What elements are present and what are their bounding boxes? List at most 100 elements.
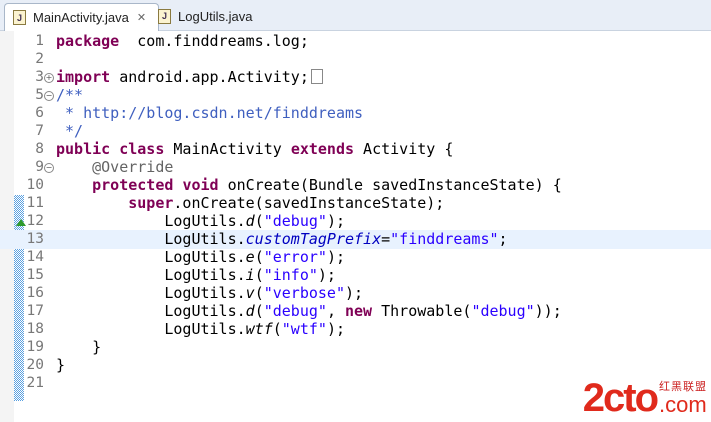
code-token: "debug" <box>263 212 327 230</box>
code-token: protected <box>92 176 174 194</box>
line-number: 6 <box>35 105 44 121</box>
code-token: d <box>245 212 255 230</box>
line-number: 5 <box>35 87 44 103</box>
code-token: ); <box>326 248 345 266</box>
code-text: /** <box>56 86 83 105</box>
code-token: extends <box>290 140 355 158</box>
folded-imports-icon[interactable] <box>310 69 323 84</box>
code-line[interactable]: 14 LogUtils.e("error"); <box>0 248 711 267</box>
code-token: ( <box>254 212 264 230</box>
code-token: } <box>56 356 66 374</box>
code-token: ( <box>272 320 282 338</box>
line-number: 13 <box>26 231 44 247</box>
expand-fold-icon[interactable]: + <box>44 73 54 83</box>
code-token: ); <box>326 320 345 338</box>
code-token: public <box>56 140 111 158</box>
tab-label: LogUtils.java <box>178 8 253 24</box>
code-text: LogUtils.d("debug"); <box>56 212 345 231</box>
code-token: /** <box>56 86 84 104</box>
code-token: = <box>381 230 391 248</box>
code-token: LogUtils. <box>56 230 246 248</box>
code-token: d <box>245 302 255 320</box>
line-number: 3 <box>35 69 44 85</box>
code-token: ( <box>254 248 264 266</box>
code-text: } <box>56 338 101 357</box>
code-line[interactable]: 16 LogUtils.v("verbose"); <box>0 284 711 303</box>
code-line[interactable]: 7 */ <box>0 122 711 141</box>
line-number: 12 <box>26 213 44 229</box>
code-line[interactable]: 20} <box>0 356 711 375</box>
code-line[interactable]: 3 + import android.app.Activity; <box>0 68 711 87</box>
code-line[interactable]: 2 <box>0 50 711 69</box>
code-token: "debug" <box>471 302 535 320</box>
code-token: LogUtils. <box>56 212 246 230</box>
code-text: package com.finddreams.log; <box>56 32 309 51</box>
code-line[interactable]: 17 LogUtils.d("debug", new Throwable("de… <box>0 302 711 321</box>
code-text: * http://blog.csdn.net/finddreams <box>56 104 363 123</box>
line-number: 8 <box>35 141 44 157</box>
code-token: "finddreams" <box>390 230 499 248</box>
code-line[interactable]: 10 protected void onCreate(Bundle savedI… <box>0 176 711 195</box>
code-line[interactable]: 12 LogUtils.d("debug"); <box>0 212 711 231</box>
code-line[interactable]: 8 public class MainActivity extends Activ… <box>0 140 711 159</box>
code-line[interactable]: 13 LogUtils.customTagPrefix="finddreams"… <box>0 230 711 249</box>
code-text: LogUtils.customTagPrefix="finddreams"; <box>56 230 507 249</box>
line-number: 1 <box>35 33 44 49</box>
tab-label: MainActivity.java <box>33 10 129 25</box>
code-line[interactable]: 5−/** <box>0 86 711 105</box>
code-token: v <box>245 284 255 302</box>
code-token: LogUtils. <box>56 248 246 266</box>
code-token: MainActivity <box>164 140 291 158</box>
code-token: com.finddreams.log; <box>119 32 309 50</box>
java-file-icon: J <box>13 10 26 25</box>
code-token: ); <box>345 284 364 302</box>
code-line[interactable]: 6 * http://blog.csdn.net/finddreams <box>0 104 711 123</box>
line-number: 19 <box>26 339 44 355</box>
code-token: e <box>245 248 255 266</box>
watermark-logo: 2cto 红黑联盟 .com <box>583 378 707 418</box>
code-line[interactable]: 18 LogUtils.wtf("wtf"); <box>0 320 711 339</box>
line-number: 11 <box>26 195 44 211</box>
code-text: LogUtils.d("debug", new Throwable("debug… <box>56 302 561 321</box>
java-file-icon: J <box>158 8 171 24</box>
code-token: android.app.Activity; <box>110 68 309 86</box>
code-token: LogUtils. <box>56 266 246 284</box>
code-line[interactable]: 19 } <box>0 338 711 357</box>
code-token: import <box>56 68 111 86</box>
watermark-com: .com <box>659 392 707 417</box>
code-line[interactable]: 15 LogUtils.i("info"); <box>0 266 711 285</box>
code-token: void <box>182 176 219 194</box>
collapse-fold-icon[interactable]: − <box>44 91 54 101</box>
code-text: import android.app.Activity; <box>56 68 323 87</box>
code-text: protected void onCreate(Bundle savedInst… <box>56 176 562 195</box>
code-text: LogUtils.i("info"); <box>56 266 336 285</box>
code-text: LogUtils.wtf("wtf"); <box>56 320 345 339</box>
line-number: 14 <box>26 249 44 265</box>
code-line[interactable]: 9− @Override <box>0 158 711 177</box>
editor-tab-bar: J MainActivity.java ✕ J LogUtils.java <box>0 0 711 31</box>
line-number: 10 <box>26 177 44 193</box>
code-token: "debug" <box>263 302 327 320</box>
code-token: ); <box>317 266 336 284</box>
code-line[interactable]: 11 super.onCreate(savedInstanceState); <box>0 194 711 213</box>
code-token: .onCreate(savedInstanceState); <box>173 194 445 212</box>
code-text: } <box>56 356 65 375</box>
tab-logutils[interactable]: J LogUtils.java <box>150 3 260 29</box>
tab-mainactivity[interactable]: J MainActivity.java ✕ <box>4 3 159 31</box>
code-token: package <box>56 32 120 50</box>
code-token: wtf <box>245 320 273 338</box>
code-token: new <box>345 302 373 320</box>
code-text: */ <box>56 122 83 141</box>
code-token: } <box>56 338 102 356</box>
code-token: i <box>245 266 255 284</box>
code-line[interactable]: 1 package com.finddreams.log; <box>0 32 711 51</box>
line-number: 9 <box>35 159 44 175</box>
close-icon[interactable]: ✕ <box>137 11 146 24</box>
code-text: super.onCreate(savedInstanceState); <box>56 194 444 213</box>
code-token: LogUtils. <box>56 284 246 302</box>
collapse-fold-icon[interactable]: − <box>44 163 54 173</box>
code-token: Activity { <box>354 140 454 158</box>
code-editor[interactable]: 1 package com.finddreams.log; 2 3 + import an… <box>0 31 711 422</box>
